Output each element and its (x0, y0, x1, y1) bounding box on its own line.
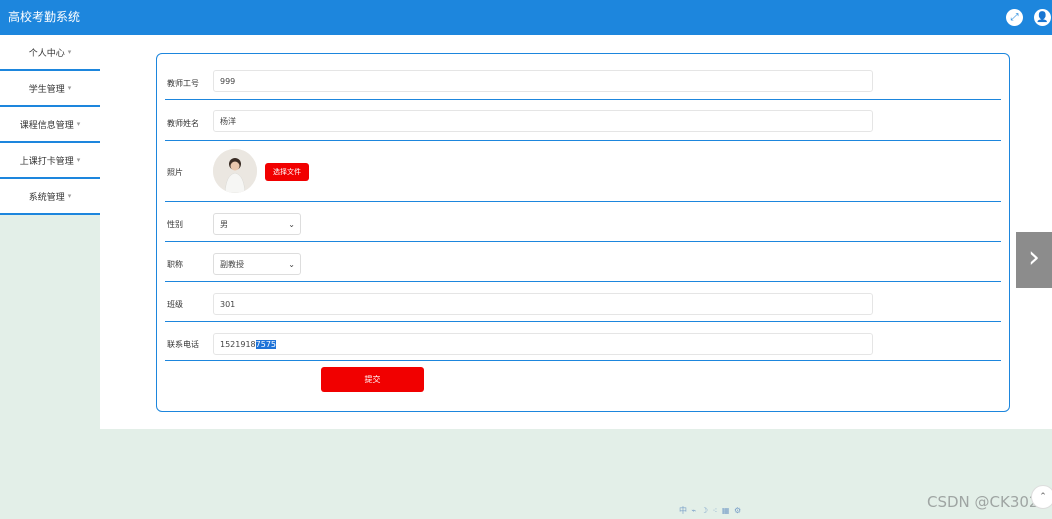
phone-value: 1521918 (220, 340, 256, 349)
title-label: 职称 (167, 260, 183, 269)
gender-select[interactable]: 男 ⌄ (213, 213, 301, 235)
phone-label: 联系电话 (167, 340, 199, 349)
form-row-gender: 性别 男 ⌄ (165, 202, 1001, 242)
form-row-teacher-id: 教师工号 999 (165, 68, 1001, 100)
phone-input[interactable]: 15219187575 (213, 333, 873, 355)
teacher-name-input[interactable]: 杨洋 (213, 110, 873, 132)
chevron-down-icon: ▾ (76, 156, 81, 164)
chevron-down-icon: ▾ (67, 48, 72, 56)
class-input[interactable]: 301 (213, 293, 873, 315)
chevron-down-icon: ⌄ (288, 260, 295, 269)
back-to-top-icon[interactable]: ⌃ (1031, 485, 1052, 509)
title-select[interactable]: 副教授 ⌄ (213, 253, 301, 275)
sidebar-item-label: 课程信息管理 (19, 120, 74, 131)
sidebar-item-label: 上课打卡管理 (19, 156, 74, 167)
title-value: 副教授 (220, 260, 244, 269)
sidebar-item-student-management[interactable]: 学生管理 ▾ (0, 71, 100, 107)
app-title: 高校考勤系统 (8, 10, 81, 24)
sidebar-item-label: 系统管理 (28, 192, 65, 203)
teacher-id-label: 教师工号 (167, 79, 199, 88)
form-row-title: 职称 副教授 ⌄ (165, 242, 1001, 282)
sidebar-item-label: 学生管理 (28, 84, 65, 95)
class-label: 班级 (167, 300, 183, 309)
main-content: 教师工号 999 教师姓名 杨洋 照片 选择文件 性别 男 ⌄ 职称 副教授 ⌄… (100, 35, 1052, 429)
sidebar-item-class-checkin[interactable]: 上课打卡管理 ▾ (0, 143, 100, 179)
photo-label: 照片 (167, 168, 183, 177)
gender-value: 男 (220, 220, 228, 229)
ime-toolbar[interactable]: 中 ⌁ ☽ ⁖ ▦ ⚙ (679, 505, 742, 516)
form-row-photo: 照片 选择文件 (165, 141, 1001, 202)
choose-file-button[interactable]: 选择文件 (265, 163, 309, 181)
gender-label: 性别 (167, 220, 183, 229)
teacher-id-input[interactable]: 999 (213, 70, 873, 92)
form-row-teacher-name: 教师姓名 杨洋 (165, 100, 1001, 141)
chevron-down-icon: ▾ (67, 84, 72, 92)
teacher-form-card: 教师工号 999 教师姓名 杨洋 照片 选择文件 性别 男 ⌄ 职称 副教授 ⌄… (156, 53, 1010, 412)
watermark: CSDN @CK3028 (926, 493, 1048, 511)
sidebar-item-personal-center[interactable]: 个人中心 ▾ (0, 35, 100, 71)
form-row-phone: 联系电话 15219187575 (165, 322, 1001, 361)
user-icon[interactable]: 👤 (1034, 9, 1051, 26)
chevron-down-icon: ⌄ (288, 220, 295, 229)
sidebar: 个人中心 ▾ 学生管理 ▾ 课程信息管理 ▾ 上课打卡管理 ▾ 系统管理 ▾ (0, 35, 100, 215)
top-bar: 高校考勤系统 ⤢ 👤 (0, 0, 1052, 35)
submit-button[interactable]: 提交 (321, 367, 424, 392)
phone-selected-text: 7575 (255, 340, 276, 349)
sidebar-item-label: 个人中心 (28, 48, 65, 59)
chevron-right-icon[interactable]: › (1016, 232, 1052, 288)
fullscreen-icon[interactable]: ⤢ (1006, 9, 1023, 26)
form-row-class: 班级 301 (165, 282, 1001, 322)
chevron-down-icon: ▾ (67, 192, 72, 200)
chevron-down-icon: ▾ (76, 120, 81, 128)
sidebar-item-course-info[interactable]: 课程信息管理 ▾ (0, 107, 100, 143)
teacher-photo (213, 149, 257, 193)
sidebar-item-system-management[interactable]: 系统管理 ▾ (0, 179, 100, 215)
teacher-name-label: 教师姓名 (167, 119, 199, 128)
